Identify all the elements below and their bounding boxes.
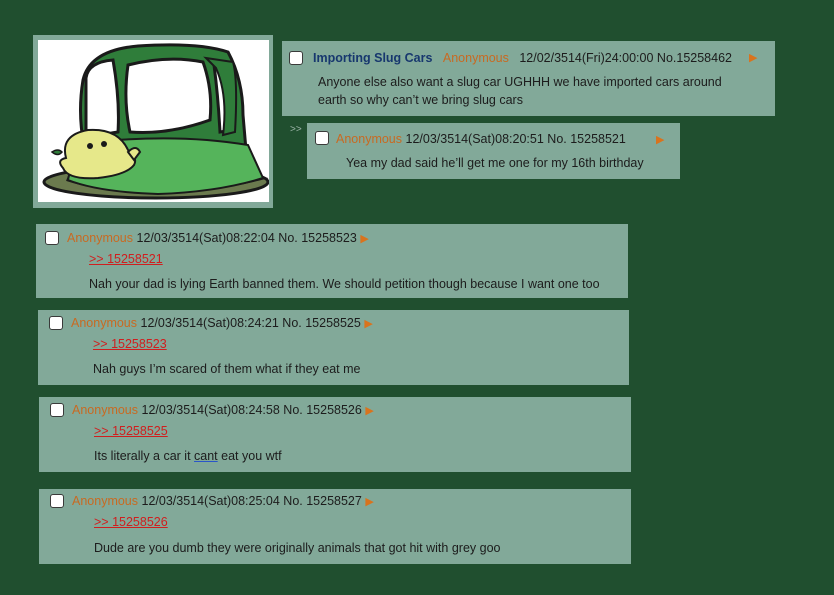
reply-post-15258521: Anonymous 12/03/3514(Sat)08:20:51 No. 15…	[307, 123, 680, 179]
reply-menu-arrow-icon[interactable]: ▶	[365, 405, 373, 417]
op-subject: Importing Slug Cars	[313, 51, 433, 65]
reply-header: Anonymous 12/03/3514(Sat)08:22:04 No. 15…	[67, 230, 369, 247]
reply-name: Anonymous	[72, 403, 139, 417]
reply-body: Its literally a car it cant eat you wtf	[94, 447, 282, 465]
reply-menu-arrow-icon[interactable]: ▶	[656, 133, 664, 146]
reply-body-text: Its literally a car it	[94, 449, 195, 463]
reply-post-15258526: Anonymous 12/03/3514(Sat)08:24:58 No. 15…	[39, 397, 631, 472]
reply-post-15258527: Anonymous 12/03/3514(Sat)08:25:04 No. 15…	[39, 489, 631, 564]
reply-checkbox[interactable]	[49, 316, 63, 330]
op-image-frame	[33, 35, 273, 208]
reply-number[interactable]: No. 15258523	[278, 231, 357, 245]
reply-body-text: eat you wtf	[217, 449, 282, 463]
op-number[interactable]: No.15258462	[657, 51, 732, 65]
reply-quote-link[interactable]: >> 15258521	[89, 251, 163, 267]
reply-date: 12/03/3514(Sat)08:20:51	[405, 132, 544, 146]
reply-checkbox[interactable]	[50, 494, 64, 508]
op-image[interactable]	[38, 40, 269, 202]
reply-body: Yea my dad said he’ll get me one for my …	[346, 156, 644, 170]
reply-header: Anonymous 12/03/3514(Sat)08:20:51 No. 15…	[336, 131, 626, 147]
op-post: Importing Slug Cars Anonymous 12/02/3514…	[282, 41, 775, 116]
reply-name: Anonymous	[71, 316, 138, 330]
op-menu-arrow-icon[interactable]: ▶	[749, 51, 757, 64]
reply-quote-link[interactable]: >> 15258523	[93, 336, 167, 352]
slug-car-image	[42, 43, 269, 200]
reply-date: 12/03/3514(Sat)08:22:04	[136, 231, 275, 245]
reply-indicator: >>	[290, 124, 302, 135]
reply-date: 12/03/3514(Sat)08:24:58	[141, 403, 280, 417]
reply-name: Anonymous	[72, 494, 139, 508]
op-checkbox[interactable]	[289, 51, 303, 65]
reply-date: 12/03/3514(Sat)08:24:21	[140, 316, 279, 330]
reply-quote-link[interactable]: >> 15258525	[94, 423, 168, 439]
reply-menu-arrow-icon[interactable]: ▶	[365, 496, 373, 508]
spellcheck-word: cant	[194, 449, 218, 463]
reply-date: 12/03/3514(Sat)08:25:04	[141, 494, 280, 508]
reply-menu-arrow-icon[interactable]: ▶	[364, 318, 372, 330]
reply-header: Anonymous 12/03/3514(Sat)08:25:04 No. 15…	[72, 493, 374, 510]
op-header: Importing Slug Cars Anonymous 12/02/3514…	[313, 50, 732, 66]
reply-menu-arrow-icon[interactable]: ▶	[360, 233, 368, 245]
reply-post-15258525: Anonymous 12/03/3514(Sat)08:24:21 No. 15…	[38, 310, 629, 385]
reply-number[interactable]: No. 15258525	[282, 316, 361, 330]
reply-header: Anonymous 12/03/3514(Sat)08:24:21 No. 15…	[71, 315, 373, 332]
reply-number[interactable]: No. 15258521	[547, 132, 626, 146]
reply-checkbox[interactable]	[315, 131, 329, 145]
reply-name: Anonymous	[336, 132, 403, 146]
reply-number[interactable]: No. 15258526	[283, 403, 362, 417]
reply-body: Nah guys I’m scared of them what if they…	[93, 362, 361, 376]
reply-checkbox[interactable]	[45, 231, 59, 245]
reply-body: Nah your dad is lying Earth banned them.…	[89, 277, 600, 291]
reply-header: Anonymous 12/03/3514(Sat)08:24:58 No. 15…	[72, 402, 374, 419]
reply-name: Anonymous	[67, 231, 134, 245]
op-body: Anyone else also want a slug car UGHHH w…	[318, 75, 722, 107]
op-date: 12/02/3514(Fri)24:00:00	[519, 51, 654, 65]
reply-checkbox[interactable]	[50, 403, 64, 417]
reply-post-15258523: Anonymous 12/03/3514(Sat)08:22:04 No. 15…	[36, 224, 628, 298]
reply-body: Dude are you dumb they were originally a…	[94, 541, 501, 555]
reply-number[interactable]: No. 15258527	[283, 494, 362, 508]
op-name: Anonymous	[442, 51, 509, 65]
reply-quote-link[interactable]: >> 15258526	[94, 514, 168, 530]
